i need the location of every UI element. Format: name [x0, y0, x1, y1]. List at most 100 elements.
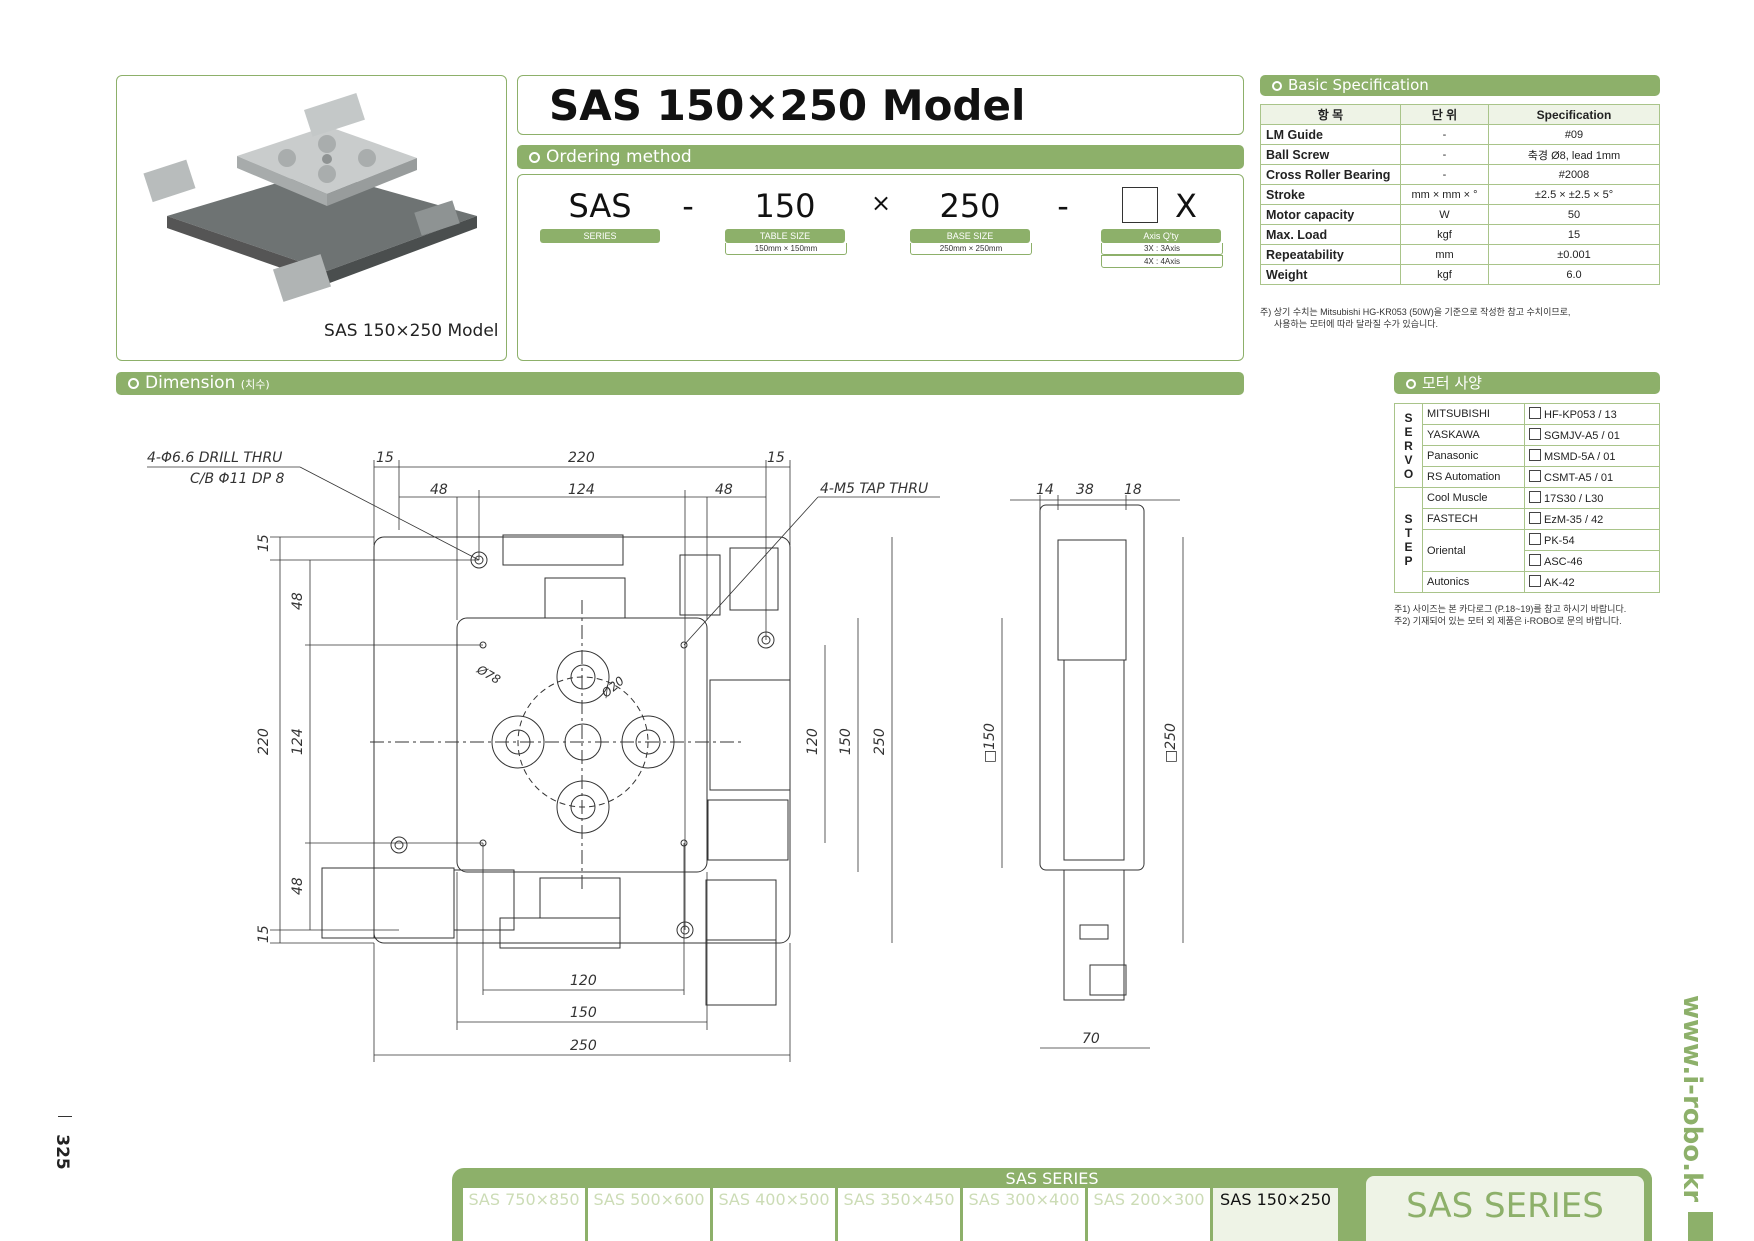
motor-brand: YASKAWA — [1422, 424, 1525, 446]
table-row: Oriental PK-54 — [1395, 529, 1660, 572]
order-series: SAS — [568, 187, 632, 225]
dimension-header: Dimension (치수) — [116, 372, 1244, 395]
table-row: Autonics AK-42 — [1395, 571, 1660, 593]
tab-sas-350x450[interactable]: SAS 350×450 — [838, 1188, 960, 1241]
spec-value: #09 — [1488, 124, 1660, 145]
spec-note-1: 주) 상기 수치는 Mitsubishi HG-KR053 (50W)을 기준으… — [1260, 307, 1571, 317]
spec-unit: kgf — [1400, 224, 1489, 245]
motor-option[interactable]: AK-42 — [1524, 571, 1660, 593]
checkbox[interactable] — [1529, 554, 1541, 566]
spec-value: 15 — [1488, 224, 1660, 245]
table-row: STEP Cool Muscle 17S30 / L30 — [1394, 487, 1660, 593]
spec-key: Repeatability — [1260, 244, 1401, 265]
spec-value: #2008 — [1488, 164, 1660, 185]
spec-key: LM Guide — [1260, 124, 1401, 145]
dim-left-15b: 15 — [256, 925, 272, 943]
checkbox[interactable] — [1529, 449, 1541, 461]
spec-unit: kgf — [1400, 264, 1489, 285]
table-row: Repeatability mm ±0.001 — [1260, 244, 1660, 265]
motor-brand: Cool Muscle — [1422, 487, 1525, 509]
order-table-size: 150 — [754, 187, 816, 225]
table-row: Weight kgf 6.0 — [1260, 264, 1660, 285]
dim-left-124: 124 — [290, 728, 306, 755]
motor-option[interactable]: CSMT-A5 / 01 — [1524, 466, 1660, 488]
checkbox[interactable] — [1529, 407, 1541, 419]
page-number: 325 — [51, 1134, 72, 1170]
dim-bottom-120: 120 — [570, 973, 597, 989]
axis-label: Axis Q'ty — [1101, 229, 1221, 243]
table-row: Motor capacity W 50 — [1260, 204, 1660, 225]
table-row: SERVO MITSUBISHI HF-KP053 / 13 — [1394, 403, 1660, 488]
motor-option[interactable]: EzM-35 / 42 — [1524, 508, 1660, 530]
motor-option[interactable]: 17S30 / L30 — [1524, 487, 1660, 509]
order-axis: X — [1175, 187, 1197, 225]
photo-caption: SAS 150×250 Model — [324, 321, 499, 341]
motor-option[interactable]: ASC-46 — [1524, 550, 1660, 572]
motor-brand: Panasonic — [1422, 445, 1525, 467]
spec-value: 6.0 — [1488, 264, 1660, 285]
base-size-sub: 250mm × 250mm — [910, 243, 1032, 255]
checkbox[interactable] — [1529, 533, 1541, 545]
motor-option[interactable]: HF-KP053 / 13 — [1524, 403, 1660, 425]
website-link[interactable]: www.i-robo.kr — [1677, 995, 1707, 1202]
motor-option[interactable]: MSMD-5A / 01 — [1524, 445, 1660, 467]
dim-right-120: 120 — [805, 728, 821, 755]
checkbox[interactable] — [1529, 428, 1541, 440]
spec-key: Ball Screw — [1260, 144, 1401, 165]
spec-unit: W — [1400, 204, 1489, 225]
motor-brand: FASTECH — [1422, 508, 1525, 530]
motor-option[interactable]: PK-54 — [1524, 529, 1660, 551]
axis-option-3x: 3X : 3Axis — [1101, 243, 1223, 255]
spec-col-unit: 단 위 — [1400, 104, 1489, 125]
motor-note-1: 주1) 사이즈는 본 카다로그 (P.18~19)를 참고 하시기 바랍니다. — [1394, 604, 1627, 614]
tab-sas-200x300[interactable]: SAS 200×300 — [1088, 1188, 1210, 1241]
tab-sas-400x500[interactable]: SAS 400×500 — [713, 1188, 835, 1241]
tap-note: 4-M5 TAP THRU — [820, 481, 928, 497]
dim-left-15a: 15 — [256, 534, 272, 552]
dim-top-48b: 48 — [715, 482, 733, 498]
table-row: FASTECH EzM-35 / 42 — [1395, 508, 1660, 530]
motor-option[interactable]: SGMJV-A5 / 01 — [1524, 424, 1660, 446]
cb-note: C/B Φ11 DP 8 — [190, 471, 285, 487]
dim-side-14: 14 — [1036, 482, 1054, 498]
spec-header-row: 항 목 단 위 Specification — [1260, 104, 1660, 125]
dim-side-sq150: □150 — [982, 723, 998, 763]
motor-brand: RS Automation — [1422, 466, 1525, 488]
dimension-title-kr: (치수) — [240, 378, 270, 391]
checkbox[interactable] — [1529, 575, 1541, 587]
servo-group-label: SERVO — [1394, 403, 1423, 488]
order-dash-2: - — [1057, 187, 1069, 225]
table-row: YASKAWA SGMJV-A5 / 01 — [1395, 424, 1660, 446]
tab-sas-500x600[interactable]: SAS 500×600 — [588, 1188, 710, 1241]
spec-value: ±0.001 — [1488, 244, 1660, 265]
dim-left-220: 220 — [256, 728, 272, 755]
checkbox[interactable] — [1529, 512, 1541, 524]
checkbox[interactable] — [1529, 470, 1541, 482]
spec-unit: - — [1400, 144, 1489, 165]
basic-spec-header: Basic Specification — [1260, 75, 1660, 96]
spec-value: 축경 Ø8, lead 1mm — [1488, 144, 1660, 165]
tab-sas-300x400[interactable]: SAS 300×400 — [963, 1188, 1085, 1241]
page-title: SAS 150×250 Model — [549, 81, 1026, 130]
drill-note: 4-Φ6.6 DRILL THRU — [147, 450, 282, 466]
tab-sas-750x850[interactable]: SAS 750×850 — [463, 1188, 585, 1241]
dim-phi78: Ø78 — [474, 662, 504, 687]
spec-key: Stroke — [1260, 184, 1401, 205]
spec-key: Cross Roller Bearing — [1260, 164, 1401, 185]
spec-note-2: 사용하는 모터에 따라 달라질 수가 있습니다. — [1274, 319, 1439, 329]
corner-accent — [1688, 1212, 1713, 1241]
table-row: LM Guide - #09 — [1260, 124, 1660, 145]
ordering-method-header: Ordering method — [517, 145, 1244, 169]
axis-option-4x: 4X : 4Axis — [1101, 255, 1223, 268]
spec-key: Motor capacity — [1260, 204, 1401, 225]
checkbox[interactable] — [1529, 491, 1541, 503]
axis-input-box[interactable] — [1122, 187, 1158, 223]
spec-col-spec: Specification — [1488, 104, 1660, 125]
dim-side-18: 18 — [1124, 482, 1142, 498]
tab-sas-150x250[interactable]: SAS 150×250 — [1213, 1188, 1338, 1241]
title-panel: SAS 150×250 Model — [517, 75, 1244, 135]
series-label: SERIES — [540, 229, 660, 243]
table-row: Stroke mm × mm × ° ±2.5 × ±2.5 × 5° — [1260, 184, 1660, 205]
spec-unit: - — [1400, 124, 1489, 145]
dim-top-124: 124 — [568, 482, 595, 498]
